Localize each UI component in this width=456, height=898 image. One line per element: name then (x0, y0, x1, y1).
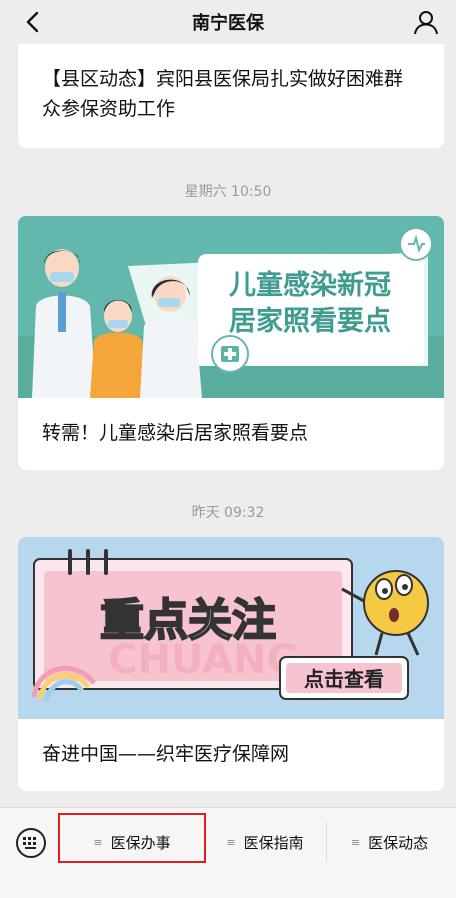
back-button[interactable] (18, 8, 46, 36)
menu-item-yibao-dongtai[interactable]: ≡ 医保动态 (327, 820, 452, 864)
menu-lines-icon: ≡ (350, 835, 361, 849)
article-card[interactable]: 儿童感染新冠 居家照看要点 转需！儿童感染后居家照看要点 (18, 216, 444, 470)
article-headline: 转需！儿童感染后居家照看要点 (42, 422, 309, 444)
article-card[interactable]: 【县区动态】宾阳县医保局扎实做好困难群众参保资助工作 (18, 44, 444, 148)
menu-lines-icon: ≡ (226, 835, 236, 849)
cover-title-line2: 居家照看要点 (229, 305, 391, 337)
article-headline: 奋进中国——织牢医疗保障网 (42, 743, 290, 765)
menu-item-yibao-zhinan[interactable]: ≡ 医保指南 (205, 820, 325, 864)
highlight-box (58, 813, 206, 863)
timestamp: 星期六 10:50 (184, 184, 272, 200)
article-cover-image: CHUANG 重点关注 点击查看 (18, 537, 444, 719)
article-cover-image: 儿童感染新冠 居家照看要点 (18, 216, 444, 398)
cover-button-text: 点击查看 (304, 667, 384, 691)
timestamp: 昨天 09:32 (191, 505, 265, 521)
keyboard-icon (23, 837, 36, 849)
profile-button[interactable] (412, 8, 440, 36)
chevron-left-icon (26, 11, 39, 33)
cover-illustration: CHUANG 重点关注 点击查看 (18, 537, 444, 719)
page-title: 南宁医保 (192, 13, 264, 34)
top-bar: 南宁医保 (0, 0, 456, 44)
menu-item-label: 医保指南 (243, 833, 304, 852)
article-headline: 【县区动态】宾阳县医保局扎实做好困难群众参保资助工作 (42, 68, 404, 120)
user-icon (414, 11, 438, 35)
keyboard-toggle-button[interactable] (16, 828, 46, 858)
article-card[interactable]: CHUANG 重点关注 点击查看 奋进中国——织牢医疗保障网 (18, 537, 444, 791)
cover-title: 重点关注 (100, 595, 276, 646)
cover-illustration: 儿童感染新冠 居家照看要点 (18, 216, 444, 398)
menu-item-label: 医保动态 (368, 833, 429, 852)
cover-title-line1: 儿童感染新冠 (229, 269, 391, 301)
